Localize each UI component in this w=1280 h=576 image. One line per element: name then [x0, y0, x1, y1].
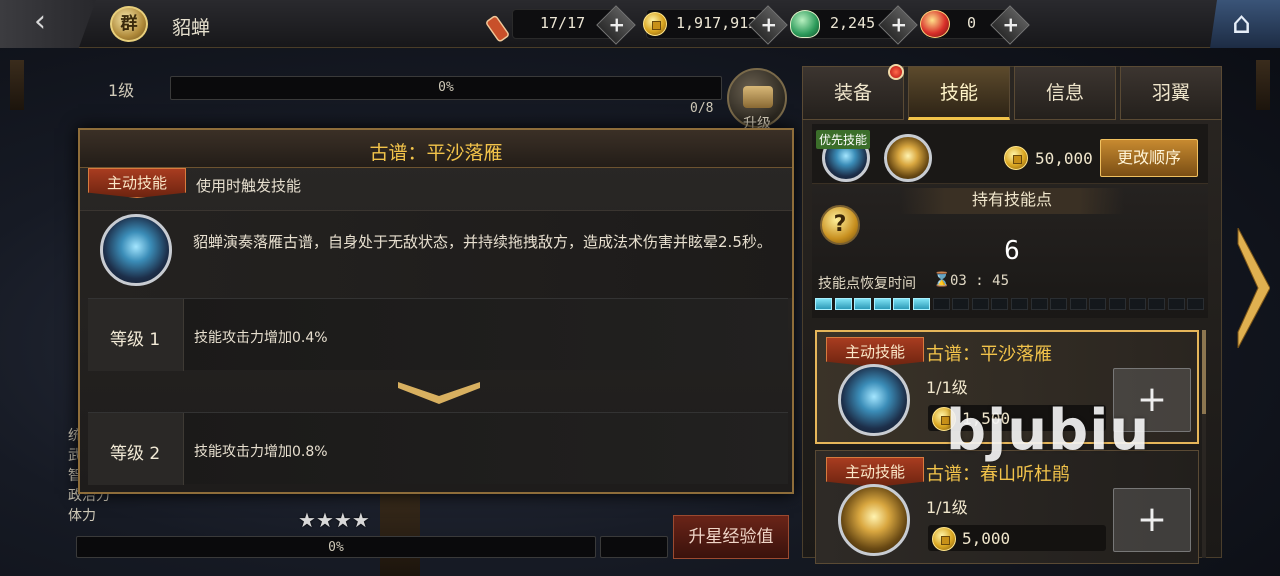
skill-card-2-cost: 5,000	[962, 529, 1011, 548]
popup-title: 古谱：平沙落雁	[369, 142, 503, 164]
chevron-down-icon[interactable]	[398, 380, 480, 404]
skill-description: 貂蝉演奏落雁古谱，自身处于无敌状态，并持续拖拽敌方，造成法术伤害并眩晕2.5秒。	[193, 233, 772, 251]
home-icon: ⌂	[1232, 6, 1252, 41]
skill-point-segment	[1187, 298, 1205, 310]
stat-label-stamina: 体力	[68, 508, 96, 524]
gold-coin-icon	[1004, 146, 1028, 170]
skill-point-segment	[991, 298, 1009, 310]
skill-points-count: 6	[1004, 236, 1020, 266]
skill-card-1-tag: 主动技能	[826, 337, 924, 367]
skill-point-segment	[1050, 298, 1068, 310]
faction-badge: 群	[110, 6, 148, 42]
star-icon: ★	[298, 508, 316, 532]
scrollbar-thumb[interactable]	[1202, 330, 1206, 414]
star-icon: ★	[351, 508, 370, 532]
skill-point-segment	[1030, 298, 1048, 310]
skill-card-2-icon	[838, 484, 910, 556]
help-button[interactable]: ?	[820, 205, 860, 245]
skill-card-2-tag: 主动技能	[826, 457, 924, 487]
home-button[interactable]: ⌂	[1210, 0, 1280, 48]
skill-point-segment	[893, 298, 911, 310]
level-row-2: 等级 2 技能攻击力增加0.8%	[88, 412, 788, 485]
skill-point-segment	[971, 298, 989, 310]
level-2-effect: 技能攻击力增加0.8%	[194, 444, 328, 460]
star-exp-bar-extra	[600, 536, 668, 558]
skill-card-1-icon	[838, 364, 910, 436]
star-exp-button[interactable]: 升星经验值	[673, 515, 789, 559]
ingot-icon	[920, 10, 950, 38]
hero-name: 貂蝉	[172, 17, 211, 39]
change-order-cost: 50,000	[1035, 149, 1093, 168]
gold-coin-icon	[643, 12, 667, 36]
hero-level-label: 1级	[108, 81, 135, 100]
skill-point-segment	[1128, 298, 1146, 310]
skill-guqin-icon	[100, 214, 172, 286]
recover-time-value: 03 : 45	[950, 273, 1010, 289]
active-skill-tag: 主动技能	[88, 168, 186, 198]
skill-point-segment	[1148, 298, 1166, 310]
star-rating: ★★★★	[298, 508, 370, 532]
skill-point-segment	[1109, 298, 1126, 310]
star-icon: ★	[333, 508, 352, 532]
skill-point-segment	[1089, 298, 1107, 310]
skill-card-1-name: 古谱：平沙落雁	[926, 344, 1052, 365]
recover-time-label: 技能点恢复时间	[818, 276, 916, 292]
skill-point-segment	[834, 298, 852, 310]
skill-point-segment	[952, 298, 970, 310]
hero-exp-count: 0/8	[690, 101, 714, 116]
skill-card-2-level: 1/1级	[926, 498, 968, 517]
change-order-button[interactable]: 更改顺序	[1100, 139, 1198, 177]
jade-icon	[790, 10, 820, 38]
chevron-left-icon: ‹	[34, 4, 46, 39]
skill-point-segment	[932, 298, 950, 310]
skill-card-1-level: 1/1级	[926, 378, 968, 397]
gold-value: 1,917,912	[676, 14, 758, 32]
skill-detail-popup: 古谱：平沙落雁 主动技能 使用时触发技能 貂蝉演奏落雁古谱，自身处于无敌状态，并…	[78, 128, 794, 494]
tab-info[interactable]: 信息	[1014, 66, 1116, 120]
skill-point-segment	[1011, 298, 1028, 310]
level-2-label: 等级 2	[110, 444, 161, 464]
skill-points-title: 持有技能点	[900, 188, 1124, 214]
notification-dot-icon	[888, 64, 904, 80]
tab-wings[interactable]: 羽翼	[1120, 66, 1222, 120]
tab-skills[interactable]: 技能	[908, 66, 1010, 120]
skill-card-2-name: 古谱：春山听杜鹃	[926, 464, 1070, 485]
ingot-value: 0	[967, 14, 977, 32]
star-icon: ★	[315, 508, 334, 532]
lantern-post-right	[1256, 60, 1270, 110]
skill-point-segment	[1069, 298, 1087, 310]
upgrade-skill-2-button[interactable]: +	[1113, 488, 1191, 552]
level-1-effect: 技能攻击力增加0.4%	[194, 330, 328, 346]
gold-coin-icon	[932, 527, 956, 551]
skill-point-segment	[815, 298, 832, 310]
hourglass-icon: ⌛	[933, 272, 951, 288]
lantern-post-left	[10, 60, 24, 110]
jade-value: 2,245	[830, 14, 876, 32]
scroll-bundle-icon	[743, 86, 773, 108]
hero-exp-percent: 0%	[438, 80, 454, 95]
priority-skill-2-icon[interactable]	[884, 134, 932, 182]
watermark-logo: bjubiu	[946, 398, 1151, 463]
skill-point-segment	[873, 298, 891, 310]
level-row-1: 等级 1 技能攻击力增加0.4%	[88, 298, 788, 371]
trigger-text: 使用时触发技能	[196, 177, 302, 195]
ship-mast	[380, 490, 420, 576]
skill-point-segment	[854, 298, 872, 310]
chevron-right-icon[interactable]	[1236, 228, 1270, 348]
star-exp-percent: 0%	[328, 540, 344, 555]
skill-point-segment	[913, 298, 930, 310]
priority-skill-tag: 优先技能	[816, 130, 871, 149]
level-1-label: 等级 1	[110, 330, 161, 350]
stamina-value: 17/17	[540, 14, 586, 32]
skill-point-segment	[1167, 298, 1185, 310]
